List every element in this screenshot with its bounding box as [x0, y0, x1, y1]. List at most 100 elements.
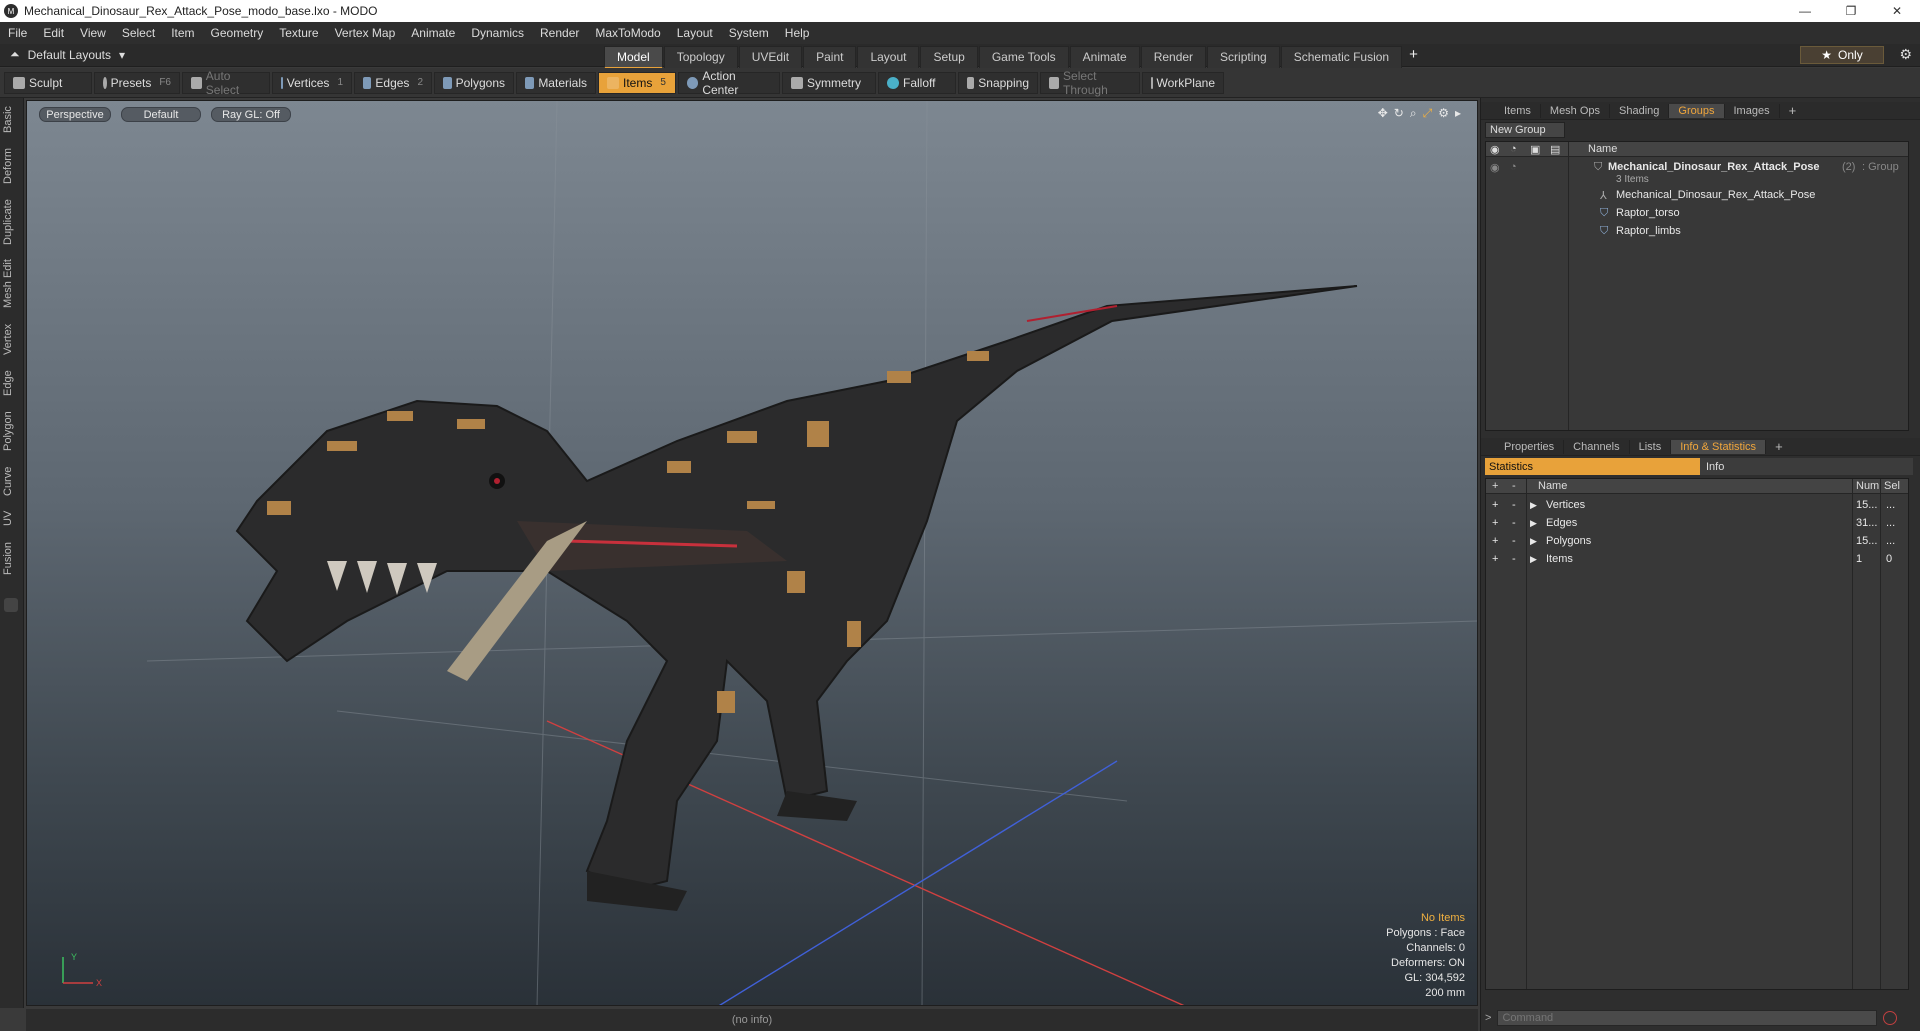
add-icon[interactable]: +: [1492, 517, 1498, 529]
polygons-button[interactable]: Polygons: [434, 71, 514, 94]
menu-file[interactable]: File: [0, 26, 35, 40]
3d-viewport[interactable]: Perspective Default Ray GL: Off ✥ ↻ ⌕ ⤢ …: [26, 100, 1478, 1006]
only-button[interactable]: ★ Only: [1800, 46, 1884, 64]
tab-animate[interactable]: Animate: [1069, 46, 1140, 69]
table-row[interactable]: + - ▶ Items 1 0: [1486, 551, 1908, 567]
tab-channels[interactable]: Channels: [1564, 439, 1630, 454]
tab-game-tools[interactable]: Game Tools: [978, 46, 1069, 69]
vtab-fusion[interactable]: Fusion: [2, 536, 20, 580]
table-row[interactable]: + - ▶ Polygons 15... ...: [1486, 533, 1908, 549]
menu-edit[interactable]: Edit: [35, 26, 72, 40]
menu-maxtomodo[interactable]: MaxToModo: [587, 26, 668, 40]
group-render-icon[interactable]: ◔: [1510, 161, 1517, 173]
lock-icon[interactable]: ▣: [1530, 143, 1540, 156]
rotate-icon[interactable]: ↻: [1394, 106, 1404, 121]
render-icon[interactable]: ◔: [1510, 143, 1517, 155]
maximize-icon[interactable]: ❐: [1828, 0, 1874, 22]
group-child-row[interactable]: ⛉ Raptor_limbs: [1486, 223, 1908, 239]
menu-render[interactable]: Render: [532, 26, 587, 40]
add-icon[interactable]: +: [1492, 535, 1498, 547]
menu-view[interactable]: View: [72, 26, 114, 40]
collapse-icon[interactable]: ⏶: [10, 47, 20, 62]
sculpt-button[interactable]: Sculpt: [4, 71, 92, 94]
expand-arrow-icon[interactable]: ▶: [1530, 554, 1537, 565]
command-input[interactable]: [1497, 1010, 1878, 1026]
fit-icon[interactable]: ⤢: [1423, 106, 1433, 121]
vtab-mesh-edit[interactable]: Mesh Edit: [2, 256, 20, 312]
menu-geometry[interactable]: Geometry: [203, 26, 272, 40]
zoom-icon[interactable]: ⌕: [1410, 106, 1417, 121]
menu-help[interactable]: Help: [777, 26, 818, 40]
expand-arrow-icon[interactable]: ▶: [1530, 536, 1537, 547]
tab-scripting[interactable]: Scripting: [1207, 46, 1280, 69]
vtab-duplicate[interactable]: Duplicate: [2, 194, 20, 250]
tab-groups[interactable]: Groups: [1669, 103, 1725, 118]
group-child-row[interactable]: ⛉ Raptor_torso: [1486, 205, 1908, 221]
items-button[interactable]: Items 5: [598, 71, 676, 94]
vtab-polygon[interactable]: Polygon: [2, 406, 20, 456]
raygl-button[interactable]: Ray GL: Off: [211, 107, 291, 122]
menu-layout[interactable]: Layout: [669, 26, 721, 40]
statistics-button[interactable]: Statistics: [1485, 458, 1700, 475]
symmetry-button[interactable]: Symmetry: [782, 71, 876, 94]
tab-properties[interactable]: Properties: [1495, 439, 1565, 454]
menu-dynamics[interactable]: Dynamics: [463, 26, 532, 40]
expand-arrow-icon[interactable]: ▶: [1530, 518, 1537, 529]
vtab-basic[interactable]: Basic: [2, 102, 20, 138]
remove-icon[interactable]: -: [1512, 517, 1516, 529]
add-tab-icon[interactable]: +: [1403, 46, 1424, 69]
vtab-uv[interactable]: UV: [2, 506, 20, 530]
add-icon[interactable]: +: [1492, 553, 1498, 565]
collapse-all-icon[interactable]: -: [1512, 480, 1516, 492]
expand-arrow-icon[interactable]: ▶: [1530, 500, 1537, 511]
vtab-curve[interactable]: Curve: [2, 462, 20, 500]
group-child-row[interactable]: ⅄ Mechanical_Dinosaur_Rex_Attack_Pose: [1486, 187, 1908, 203]
add-panel-tab-icon[interactable]: +: [1780, 102, 1806, 119]
action-center-button[interactable]: Action Center: [678, 69, 780, 97]
tab-info-statistics[interactable]: Info & Statistics: [1671, 439, 1767, 454]
tab-lists[interactable]: Lists: [1630, 439, 1672, 454]
tab-uvedit[interactable]: UVEdit: [738, 46, 803, 69]
command-record-icon[interactable]: [1883, 1011, 1898, 1025]
menu-item[interactable]: Item: [163, 26, 202, 40]
shading-default-button[interactable]: Default: [121, 107, 201, 122]
viewport-gear-icon[interactable]: ⚙: [1438, 106, 1449, 121]
menu-texture[interactable]: Texture: [271, 26, 326, 40]
remove-icon[interactable]: -: [1512, 535, 1516, 547]
edges-button[interactable]: Edges 2: [354, 71, 432, 94]
tab-mesh-ops[interactable]: Mesh Ops: [1541, 103, 1611, 118]
tab-images[interactable]: Images: [1725, 103, 1780, 118]
viewport-menu-icon[interactable]: ▸: [1455, 106, 1461, 121]
materials-button[interactable]: Materials: [516, 71, 596, 94]
close-icon[interactable]: ✕: [1874, 0, 1920, 22]
layout-preset-dropdown[interactable]: ⏶ Default Layouts ▾: [10, 47, 125, 62]
table-row[interactable]: + - ▶ Edges 31... ...: [1486, 515, 1908, 531]
expand-toolbox-icon[interactable]: [4, 598, 18, 612]
tab-shading[interactable]: Shading: [1610, 103, 1670, 118]
vtab-deform[interactable]: Deform: [2, 144, 20, 188]
menu-animate[interactable]: Animate: [403, 26, 463, 40]
falloff-button[interactable]: Falloff: [878, 71, 956, 94]
group-eye-icon[interactable]: ◉: [1490, 161, 1500, 174]
auto-select-button[interactable]: Auto Select: [182, 69, 270, 97]
remove-icon[interactable]: -: [1512, 553, 1516, 565]
tab-layout[interactable]: Layout: [857, 46, 920, 69]
info-button[interactable]: Info: [1700, 458, 1913, 475]
add-panel-tab-icon[interactable]: +: [1766, 438, 1792, 455]
presets-button[interactable]: Presets F6: [94, 71, 180, 94]
add-icon[interactable]: +: [1492, 499, 1498, 511]
tab-render[interactable]: Render: [1140, 46, 1207, 69]
tab-items[interactable]: Items: [1495, 103, 1541, 118]
workplane-button[interactable]: WorkPlane: [1142, 71, 1224, 94]
tab-setup[interactable]: Setup: [920, 46, 978, 69]
dinosaur-model[interactable]: [235, 285, 1358, 911]
table-row[interactable]: + - ▶ Vertices 15... ...: [1486, 497, 1908, 513]
new-group-button[interactable]: New Group: [1485, 122, 1565, 138]
gear-icon[interactable]: ⚙: [1899, 46, 1912, 63]
snapping-button[interactable]: Snapping: [958, 71, 1038, 94]
expand-all-icon[interactable]: +: [1492, 480, 1498, 492]
tab-schematic-fusion[interactable]: Schematic Fusion: [1280, 46, 1403, 69]
vtab-vertex[interactable]: Vertex: [2, 318, 20, 360]
tab-topology[interactable]: Topology: [663, 46, 738, 69]
menu-select[interactable]: Select: [114, 26, 163, 40]
